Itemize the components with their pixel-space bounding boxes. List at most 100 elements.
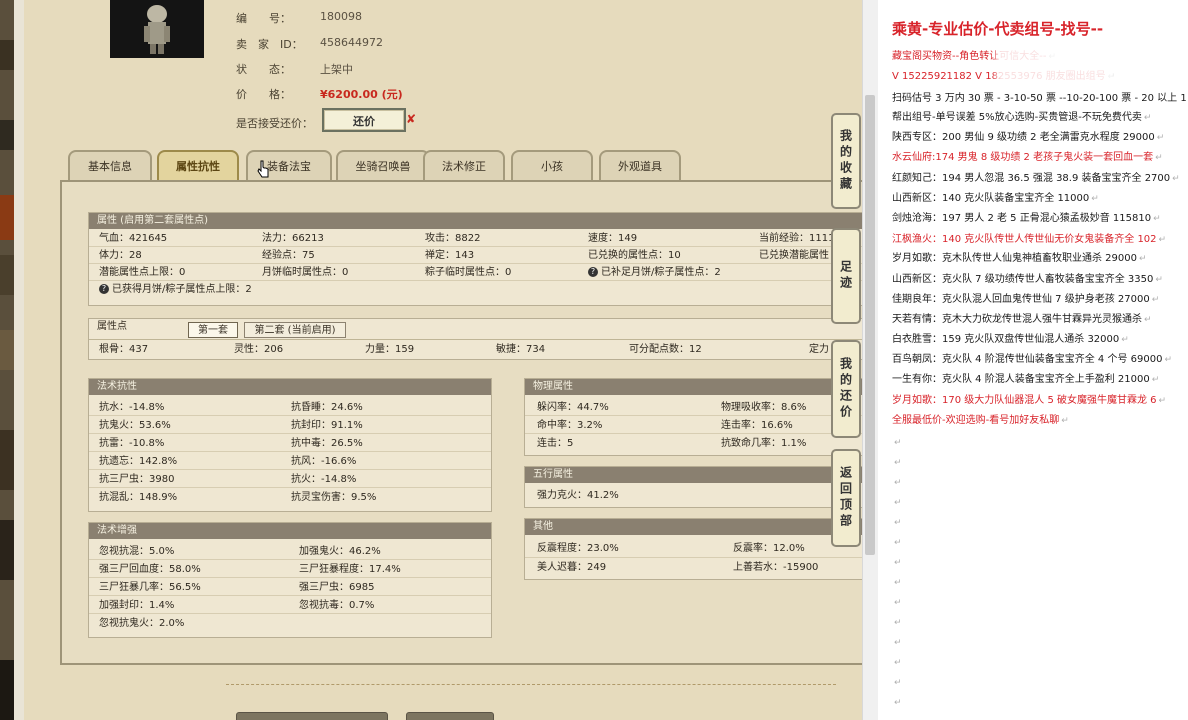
tab-mounts-summons[interactable]: 坐骑召唤兽 [336, 150, 430, 180]
hand-cursor-icon [257, 160, 269, 178]
spell-resist-section: 法术抗性 抗水：-14.8% 抗鬼火：53.6% 抗雷：-10.8% 抗遗忘：1… [88, 378, 492, 512]
note-line: 陕西专区：200 男仙 9 级功绩 2 老全满雷克水程度 29000 ↵ [892, 132, 1165, 143]
tab-basic-info[interactable]: 基本信息 [68, 150, 152, 180]
attr-points-cap: ? 已获得月饼/粽子属性点上限：2 [99, 281, 252, 298]
return-mark-icon: ↵ [1155, 275, 1163, 285]
resist-item: 抗水：-14.8% [99, 402, 165, 413]
help-icon: ? [99, 284, 109, 294]
note-line: 佳期良年：克火队混人回血鬼传世仙 7 级护身老孩 27000 ↵ [892, 294, 1160, 305]
enhance-item: 强三尸回血度：58.0% [99, 564, 201, 575]
attr-exp: 当前经验：1111 [759, 233, 835, 244]
return-mark-icon: ↵ [1061, 416, 1069, 426]
return-mark-icon: ↵ [1158, 235, 1167, 245]
return-mark-icon: ↵ [894, 638, 902, 648]
attr-endurance: 定力 [809, 344, 829, 355]
subtab-set-two[interactable]: 第二套 (当前启用) [244, 322, 346, 338]
attr-free-points: 可分配点数：12 [629, 344, 702, 355]
attributes-section: 属性 (启用第二套属性点) 气血：421645 法力：66213 攻击：8822… [88, 212, 862, 306]
attr-strength: 力量：159 [365, 344, 415, 355]
resist-item: 抗雷：-10.8% [99, 438, 165, 449]
my-favorites-button[interactable]: 我的收藏 [831, 113, 861, 209]
tab-appearance[interactable]: 外观道具 [599, 150, 681, 180]
enhance-item: 忽视抗混：5.0% [99, 546, 175, 557]
return-mark-icon: ↵ [894, 698, 902, 708]
bottom-button[interactable] [406, 712, 494, 720]
attr-meditation: 禅定：143 [425, 250, 475, 261]
return-mark-icon: ↵ [1158, 396, 1167, 406]
attr-stamina: 体力：28 [99, 250, 142, 261]
attr-agility: 敏捷：734 [496, 344, 546, 355]
back-to-top-button[interactable]: 返回顶部 [831, 449, 861, 547]
counter-offer-label: 是否接受还价： [236, 117, 313, 130]
return-mark-icon: ↵ [1156, 133, 1165, 143]
enhance-item: 加强封印：1.4% [99, 600, 175, 611]
resist-item: 抗三尸虫：3980 [99, 474, 175, 485]
my-counter-offers-button[interactable]: 我的还价 [831, 340, 861, 438]
physical-header: 物理属性 [525, 379, 862, 395]
note-line: 山西新区：克火队 7 级功绩传世人畜牧装备宝宝齐全 3350 ↵ [892, 274, 1163, 285]
counter-disabled-icon: ✘ [406, 112, 417, 126]
attr-zongzi-temp: 粽子临时属性点：0 [425, 267, 512, 278]
resist-item: 抗中毒：26.5% [291, 438, 363, 449]
return-mark-icon: ↵ [894, 618, 902, 628]
attr-exchanged-points: 已兑换的属性点：10 [588, 250, 681, 261]
subtab-set-one[interactable]: 第一套 [188, 322, 238, 338]
enhance-item: 强三尸虫：6985 [299, 582, 375, 593]
price-value: ¥6200.00 (元) [320, 88, 403, 101]
note-line: 山西新区：140 克火队装备宝宝齐全 11000 ↵ [892, 193, 1099, 204]
note-line: 扫码估号 3 万内 30 票 - 3-10-50 票 --10-20-100 票… [892, 93, 1187, 104]
five-elements-item: 强力克火：41.2% [537, 490, 619, 501]
attr-potential-cap: 潜能属性点上限：0 [99, 267, 186, 278]
footprint-button[interactable]: 足迹 [831, 228, 861, 324]
attr-points-header: 属性点 [97, 321, 127, 332]
bottom-button[interactable] [236, 712, 388, 720]
tab-attributes-resist[interactable]: 属性抗性 [157, 150, 239, 180]
return-mark-icon: ↵ [894, 598, 902, 608]
attr-exchanged-potential: 已兑换潜能属性 [759, 250, 829, 261]
attr-attack: 攻击：8822 [425, 233, 481, 244]
resist-item: 抗混乱：148.9% [99, 492, 178, 503]
note-line: 岁月如歌：170 级大力队仙器混人 5 破女魔强牛魔甘霖龙 6 ↵ [892, 395, 1167, 406]
scrollbar-thumb[interactable] [865, 95, 875, 555]
note-line: 水云仙府:174 男鬼 8 级功绩 2 老孩子鬼火装一套回血一套 ↵ [892, 152, 1163, 163]
other-item: 上善若水：-15900 [733, 562, 819, 573]
return-mark-icon: ↵ [1139, 254, 1147, 264]
attr-spirit: 灵性：206 [234, 344, 284, 355]
physical-item: 物理吸收率：8.6% [721, 402, 807, 413]
blur-overlay [996, 42, 1116, 88]
resist-item: 抗鬼火：53.6% [99, 420, 171, 431]
counter-offer-button[interactable]: 还价 [322, 108, 406, 132]
other-item: 美人迟暮：249 [537, 562, 607, 573]
enhance-item: 加强鬼火：46.2% [299, 546, 381, 557]
attr-exp-points: 经验点：75 [262, 250, 315, 261]
return-mark-icon: ↵ [894, 498, 902, 508]
attr-constitution: 根骨：437 [99, 344, 149, 355]
tab-spell-mods[interactable]: 法术修正 [423, 150, 505, 180]
note-line: 一生有你：克火队 4 阶混人装备宝宝齐全上手盈利 21000 ↵ [892, 374, 1160, 385]
return-mark-icon: ↵ [1091, 194, 1099, 204]
resist-item: 抗风：-16.6% [291, 456, 357, 467]
resist-item: 抗灵宝伤害：9.5% [291, 492, 377, 503]
note-line: 剑烛沧海：197 男人 2 老 5 正骨混心猿孟极妙音 115810 ↵ [892, 213, 1161, 224]
note-line: 天若有情：克木大力砍龙传世混人强牛甘霖异光灵猴通杀 ↵ [892, 314, 1152, 325]
divider [226, 684, 836, 685]
spell-enhance-section: 法术增强 忽视抗混：5.0% 强三尸回血度：58.0% 三尸狂暴几率：56.5%… [88, 522, 492, 638]
tab-child[interactable]: 小孩 [511, 150, 593, 180]
return-mark-icon: ↵ [1155, 153, 1163, 163]
return-mark-icon: ↵ [894, 458, 902, 468]
item-detail-page: 编 号： 180098 卖 家 ID： 458644972 状 态： 上架中 价… [24, 0, 862, 720]
id-value: 180098 [320, 10, 362, 23]
other-header: 其他 [525, 519, 862, 535]
note-line: 帮出组号-单号误差 5%放心选购-买贵管退-不玩免费代卖 ↵ [892, 112, 1152, 123]
note-line: 全服最低价-欢迎选购-看号加好友私聊 ↵ [892, 415, 1069, 426]
window-gap [14, 0, 24, 720]
return-mark-icon: ↵ [1153, 214, 1161, 224]
enhance-item: 忽视抗毒：0.7% [299, 600, 375, 611]
return-mark-icon: ↵ [894, 658, 902, 668]
enhance-item: 三尸狂暴程度：17.4% [299, 564, 401, 575]
seller-label: 卖 家 ID： [236, 38, 303, 51]
spell-resist-header: 法术抗性 [89, 379, 491, 395]
left-window-edge [0, 0, 14, 720]
resist-item: 抗昏睡：24.6% [291, 402, 363, 413]
return-mark-icon: ↵ [1172, 174, 1180, 184]
